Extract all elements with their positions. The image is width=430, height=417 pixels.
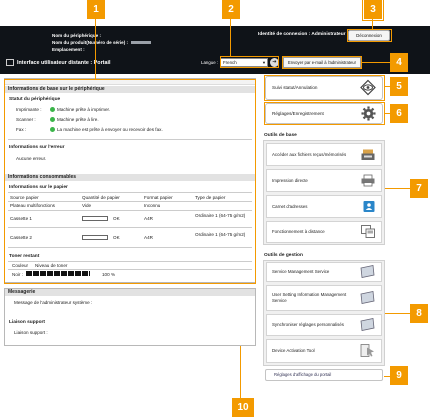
direct-print-label: Impression directe [272, 177, 308, 183]
callout-3-badge: 3 [362, 0, 384, 21]
device-name-label: Nom du périphérique : [52, 33, 102, 38]
address-book-icon [363, 200, 375, 213]
callout-5-badge: 5 [390, 77, 408, 96]
remote-panel-icon [361, 225, 375, 239]
login-info: Identité de connexion : Administrateur [258, 32, 346, 37]
address-book-button[interactable]: Carnet d'adresses [266, 195, 382, 218]
sync-settings-label: Synchroniser réglages personnalisés [272, 322, 344, 327]
callout-8-leader [385, 313, 410, 315]
callout-4-highlight [282, 56, 362, 69]
admin-message-label: Message de l'administrateur système : [14, 300, 93, 305]
product-name-row: Nom du produit(Numéro de série) : [52, 39, 152, 46]
service-monitor-icon [360, 265, 375, 279]
remote-operation-label: Fonctionnement à distance [272, 229, 325, 234]
callout-2-leader [230, 15, 232, 56]
inbox-tray-icon [361, 148, 375, 161]
user-setting-monitor-icon [360, 291, 375, 305]
printer-icon [361, 174, 375, 187]
location-label: Emplacement : [52, 47, 85, 52]
address-book-label: Carnet d'adresses [272, 203, 308, 209]
redacted-serial [131, 41, 152, 45]
callout-1-highlight [4, 79, 256, 284]
portal-title: Interface utilisateur distante : Portail [17, 59, 111, 66]
callout-9-badge: 9 [390, 366, 408, 385]
sync-settings-button[interactable]: Synchroniser réglages personnalisés [266, 314, 382, 336]
callout-4-badge: 4 [390, 53, 408, 72]
received-files-label: Accéder aux fichiers reçus/mémorisés [272, 151, 347, 157]
basic-tools-title: Outils de base [264, 133, 297, 138]
callout-2-badge: 2 [222, 0, 240, 19]
callout-10-leader [240, 346, 242, 398]
device-activation-label: Device Activation Tool [272, 348, 315, 353]
callout-1-leader [95, 15, 97, 79]
device-activation-button[interactable]: Device Activation Tool [266, 339, 382, 363]
callout-3-leader [372, 19, 374, 29]
callout-7-badge: 7 [410, 179, 428, 198]
login-user: Administrateur [311, 32, 346, 37]
remote-operation-button[interactable]: Fonctionnement à distance [266, 221, 382, 243]
callout-10-badge: 10 [232, 398, 254, 417]
mgmt-tools-title: Outils de gestion [264, 253, 303, 258]
device-info: Nom du périphérique : Nom du produit(Num… [52, 32, 152, 53]
portal-display-settings-link[interactable]: Réglages d'affichage du portail [265, 369, 383, 381]
direct-print-button[interactable]: Impression directe [266, 169, 382, 192]
service-management-label: Service Management Service [272, 269, 330, 274]
callout-4-leader [362, 62, 390, 64]
product-name-label: Nom du produit(Numéro de série) : [52, 40, 129, 45]
activation-tool-icon [360, 344, 375, 359]
user-setting-management-button[interactable]: User Setting Information Management Serv… [266, 285, 382, 311]
user-setting-management-label: User Setting Information Management Serv… [272, 292, 347, 303]
messages-header: Messagerie [5, 289, 255, 296]
login-label: Identité de connexion : [258, 32, 311, 37]
callout-2-highlight [220, 56, 279, 68]
sync-settings-icon [360, 318, 375, 332]
portal-logo-icon [6, 59, 14, 66]
service-management-button[interactable]: Service Management Service [266, 262, 382, 282]
portal-display-settings-label: Réglages d'affichage du portail [274, 372, 332, 377]
language-label: Langue : [201, 60, 219, 65]
callout-6-highlight [264, 102, 385, 125]
support-label: Liaison support : [14, 330, 48, 335]
callout-5-highlight [264, 75, 385, 101]
callout-3-highlight [347, 29, 392, 42]
received-files-button[interactable]: Accéder aux fichiers reçus/mémorisés [266, 143, 382, 166]
support-title: Liaison support [9, 320, 45, 325]
callout-6-badge: 6 [390, 104, 408, 123]
callout-1-badge: 1 [87, 0, 105, 19]
message-panel [4, 288, 256, 346]
callout-7-leader [385, 188, 410, 190]
callout-8-badge: 8 [410, 304, 428, 323]
